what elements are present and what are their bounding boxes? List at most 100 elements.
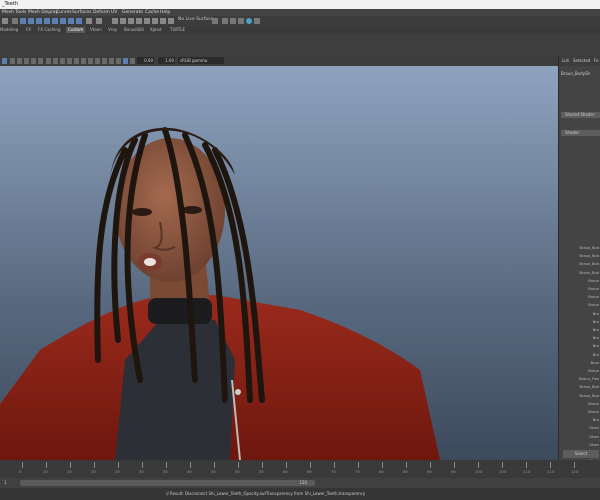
- select-button[interactable]: Select: [563, 450, 599, 458]
- ipr-icon[interactable]: [230, 18, 236, 24]
- xray-icon[interactable]: [123, 58, 128, 64]
- render-view-icon[interactable]: [212, 18, 218, 24]
- menu-generate[interactable]: Generate: [122, 10, 143, 15]
- multi-mode-icon[interactable]: [60, 18, 66, 24]
- shelf-tab-bonus[interactable]: Bonus600: [124, 27, 144, 33]
- attribute-item[interactable]: Braun: [588, 369, 599, 373]
- attribute-item[interactable]: Braun_Bod: [580, 394, 599, 398]
- attribute-item[interactable]: Braun: [588, 303, 599, 307]
- select-tool-icon[interactable]: [2, 18, 8, 24]
- hypershade-icon[interactable]: [246, 18, 252, 24]
- hierarchy-mode-icon[interactable]: [76, 18, 82, 24]
- grid-icon[interactable]: [46, 58, 51, 64]
- face-mode-icon[interactable]: [44, 18, 50, 24]
- attribute-item[interactable]: Braun_Bod: [580, 246, 599, 250]
- range-handle[interactable]: 120: [20, 480, 315, 486]
- menu-help[interactable]: Help: [160, 10, 170, 15]
- camera-icon[interactable]: [2, 58, 7, 64]
- attribute-item[interactable]: Bra: [593, 336, 599, 340]
- camera-attr-icon[interactable]: [10, 58, 15, 64]
- snap-curve-icon[interactable]: [120, 18, 126, 24]
- render-globals-icon[interactable]: [254, 18, 260, 24]
- shelf-tab-vray[interactable]: Vray: [108, 27, 117, 33]
- construction-icon[interactable]: [168, 18, 174, 24]
- attribute-item[interactable]: Braun_Bod: [580, 262, 599, 266]
- attribute-item[interactable]: Bra: [593, 344, 599, 348]
- gate-mask-icon[interactable]: [67, 58, 72, 64]
- isolate-icon[interactable]: [130, 58, 135, 64]
- vertex-mode-icon[interactable]: [28, 18, 34, 24]
- ae-tab-list[interactable]: List: [562, 58, 569, 63]
- 3d-viewport[interactable]: [0, 66, 558, 460]
- film-gate-icon[interactable]: [53, 58, 58, 64]
- attribute-item[interactable]: Bra: [593, 320, 599, 324]
- attribute-item[interactable]: Brau: [591, 361, 599, 365]
- attribute-item[interactable]: Braun: [588, 295, 599, 299]
- lock-icon[interactable]: [86, 18, 92, 24]
- 2d-pan-icon[interactable]: [31, 58, 36, 64]
- shadows-icon[interactable]: [116, 58, 121, 64]
- shelf-tab-fx-caching[interactable]: FX Caching: [38, 27, 60, 33]
- menu-surfaces[interactable]: Surfaces: [72, 10, 92, 15]
- ae-tab-selected[interactable]: Selected: [573, 58, 590, 63]
- texture-icon[interactable]: [102, 58, 107, 64]
- shelf-tab-custom[interactable]: Custom: [66, 27, 86, 33]
- live-surface-field[interactable]: No Live Surface: [178, 17, 213, 22]
- menu-curves[interactable]: Curves: [56, 10, 72, 15]
- object-mode-icon[interactable]: [68, 18, 74, 24]
- shelf-tab-vtoon[interactable]: Vtoon: [90, 27, 102, 33]
- shelf-tab-modeling[interactable]: Modeling: [0, 27, 18, 33]
- range-slider[interactable]: 1 120: [0, 478, 600, 488]
- history-icon[interactable]: [152, 18, 158, 24]
- menu-uv[interactable]: UV: [111, 10, 117, 15]
- color-space-dropdown[interactable]: sRGB gamma: [178, 57, 224, 64]
- smooth-shade-icon[interactable]: [95, 58, 100, 64]
- wireframe-icon[interactable]: [88, 58, 93, 64]
- shelf-tab-fx[interactable]: FX: [26, 27, 31, 33]
- section-shared-shader[interactable]: Shared Shader: [561, 112, 600, 118]
- attribute-item[interactable]: Bra: [593, 328, 599, 332]
- snap-point-icon[interactable]: [128, 18, 134, 24]
- menu-cache[interactable]: Cache: [145, 10, 159, 15]
- attribute-item[interactable]: Oben: [589, 443, 599, 447]
- uv-mode-icon[interactable]: [52, 18, 58, 24]
- node-name-field[interactable]: Braun_BodySh: [561, 71, 590, 76]
- render-icon[interactable]: [222, 18, 228, 24]
- exposure-field[interactable]: 0.00: [137, 57, 154, 64]
- field-chart-icon[interactable]: [74, 58, 79, 64]
- command-line[interactable]: // Result: Disconnect Shi_Lower_Teeth_Op…: [0, 488, 600, 500]
- image-plane-icon[interactable]: [24, 58, 29, 64]
- attribute-item[interactable]: Bra: [593, 312, 599, 316]
- menu-mesh-display[interactable]: Mesh Display: [28, 10, 58, 15]
- attribute-item[interactable]: Oben: [589, 435, 599, 439]
- snap-surface-icon[interactable]: [144, 18, 150, 24]
- attribute-item[interactable]: Braun_Bod: [580, 254, 599, 258]
- attribute-item[interactable]: Braun: [588, 410, 599, 414]
- safe-action-icon[interactable]: [81, 58, 86, 64]
- ae-tab-focus[interactable]: Fo: [594, 58, 599, 63]
- attribute-item[interactable]: Braun_Bod: [580, 271, 599, 275]
- lasso-icon[interactable]: [12, 18, 18, 24]
- attribute-item[interactable]: Braun: [588, 287, 599, 291]
- snap-grid-icon[interactable]: [112, 18, 118, 24]
- shelf-tab-xplod[interactable]: Xplod: [150, 27, 161, 33]
- attribute-item[interactable]: Bra: [593, 353, 599, 357]
- bookmark-icon[interactable]: [17, 58, 22, 64]
- edge-mode-icon[interactable]: [36, 18, 42, 24]
- attribute-item[interactable]: Braun: [588, 279, 599, 283]
- snap-view-icon[interactable]: [136, 18, 142, 24]
- range-start[interactable]: 1: [4, 480, 7, 485]
- grease-pencil-icon[interactable]: [38, 58, 43, 64]
- component-mode-icon[interactable]: [20, 18, 26, 24]
- gamma-field[interactable]: 1.00: [158, 57, 175, 64]
- shelf-tab-turtle[interactable]: TURTLE: [170, 27, 185, 33]
- lighting-icon[interactable]: [109, 58, 114, 64]
- section-shader[interactable]: Shader: [561, 130, 600, 136]
- attribute-item[interactable]: Braun_Bod: [580, 385, 599, 389]
- time-slider[interactable]: 5 10 15 20 25 30 35 40 45 50 55 60 65 70 75 80 85 90 95 100…: [0, 460, 600, 478]
- attribute-item[interactable]: Braun: [588, 402, 599, 406]
- attribute-item[interactable]: Bra: [593, 418, 599, 422]
- menu-deform[interactable]: Deform: [93, 10, 110, 15]
- resolution-gate-icon[interactable]: [60, 58, 65, 64]
- attribute-item[interactable]: Braun_Flex: [579, 377, 599, 381]
